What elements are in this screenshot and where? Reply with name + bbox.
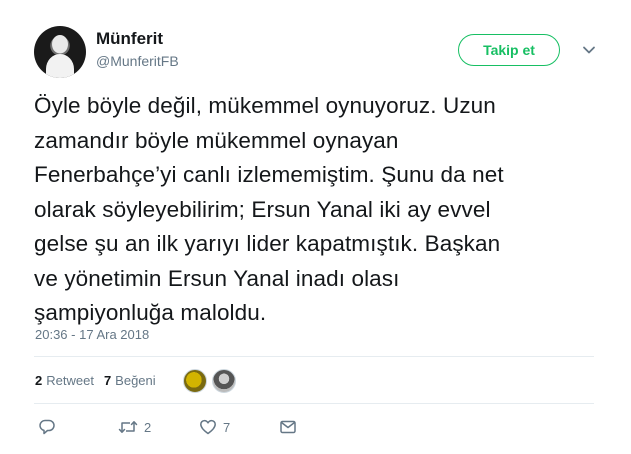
retweet-icon (118, 421, 138, 433)
tweet-line: olarak söyleyebilirim; Ersun Yanal iki a… (34, 196, 491, 222)
tweet-stats: 2 Retweet 7 Beğeni (35, 373, 156, 388)
tweet-line: gelse şu an ilk yarıyı lider kapatmıştık… (34, 231, 501, 256)
like-stat-label: Beğeni (115, 373, 156, 388)
author-display-name[interactable]: Münferit (96, 27, 163, 51)
tweet-line: Fenerbahçe’yi canlı izlememiştim. Şunu d… (34, 162, 504, 187)
retweet-button[interactable]: 2 (118, 418, 199, 436)
direct-message-button[interactable] (279, 418, 297, 436)
tweet-line: Öyle böyle değil, mükemmel oynuyoruz. Uz… (34, 93, 496, 118)
heart-icon (200, 419, 216, 435)
retweet-stat[interactable]: 2 Retweet (35, 373, 94, 388)
liker-avatar[interactable] (212, 369, 236, 393)
avatar[interactable] (34, 26, 86, 78)
tweet-text: Öyle böyle değil, mükemmel oynuyoruz. Uz… (34, 89, 614, 331)
tweet-actions: 2 7 (38, 418, 297, 436)
tweet-line: zamandır böyle mükemmel oynayan (34, 127, 399, 153)
like-button[interactable]: 7 (199, 418, 279, 436)
liker-avatar[interactable] (183, 369, 207, 393)
retweet-count: 2 (144, 419, 152, 435)
like-count: 7 (223, 419, 231, 435)
chevron-down-icon (583, 46, 595, 54)
envelope-icon (280, 420, 296, 434)
tweet-menu-button[interactable] (578, 39, 600, 61)
retweet-stat-label: Retweet (46, 373, 94, 388)
tweet-timestamp[interactable]: 20:36 - 17 Ara 2018 (35, 327, 149, 342)
divider (34, 403, 594, 404)
like-stat-count: 7 (103, 373, 112, 388)
tweet-line: şampiyonluğa maloldu. (34, 300, 267, 325)
like-stat[interactable]: 7 Beğeni (104, 373, 156, 388)
tweet-line: ve yönetimin Ersun Yanal inadı olası (34, 265, 400, 291)
follow-button[interactable]: Takip et (458, 34, 560, 66)
reply-icon (39, 419, 55, 435)
reply-button[interactable] (38, 418, 118, 436)
retweet-stat-count: 2 (35, 373, 43, 388)
divider (34, 356, 594, 357)
author-username[interactable]: @MunferitFB (96, 52, 179, 70)
